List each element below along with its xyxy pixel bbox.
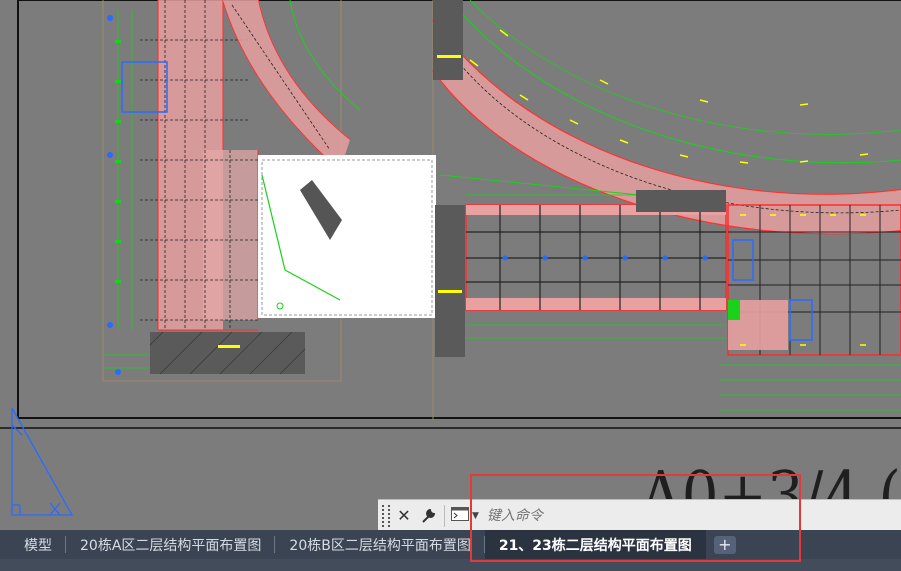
command-line: ✕ ▼ <box>378 499 901 531</box>
hatched-footing-left <box>150 332 305 374</box>
tab-label: 21、23栋二层结构平面布置图 <box>498 537 692 554</box>
cad-drawing[interactable]: A0+3/4 ( <box>0 0 901 530</box>
command-input[interactable] <box>484 506 769 525</box>
tab-label: 模型 <box>24 537 52 554</box>
tab-model[interactable]: 模型 <box>0 530 66 559</box>
drag-grip-icon[interactable] <box>382 504 390 527</box>
preview-box <box>258 155 436 318</box>
tab-label: 20栋A区二层结构平面布置图 <box>80 537 262 554</box>
drawing-canvas[interactable]: A0+3/4 ( <box>0 0 901 530</box>
tab-20-b-layout[interactable]: 20栋B区二层结构平面布置图 <box>275 530 486 559</box>
close-icon[interactable]: ✕ <box>394 505 414 527</box>
tab-label: 20栋B区二层结构平面布置图 <box>289 537 471 554</box>
layout-tab-bar: 模型 20栋A区二层结构平面布置图 20栋B区二层结构平面布置图 21、23栋二… <box>0 530 901 559</box>
command-prompt-icon <box>451 506 469 525</box>
ucs-icon <box>11 407 74 516</box>
status-bar <box>0 559 901 571</box>
chevron-down-icon: ▼ <box>472 510 479 521</box>
command-prompt-dropdown[interactable]: ▼ <box>451 506 479 525</box>
tab-21-23-layout[interactable]: 21、23栋二层结构平面布置图 <box>484 530 706 559</box>
plus-icon[interactable]: + <box>713 535 736 554</box>
hatched-column-right <box>435 205 465 357</box>
tab-20-a-layout[interactable]: 20栋A区二层结构平面布置图 <box>66 530 276 559</box>
wrench-icon[interactable] <box>418 505 438 527</box>
